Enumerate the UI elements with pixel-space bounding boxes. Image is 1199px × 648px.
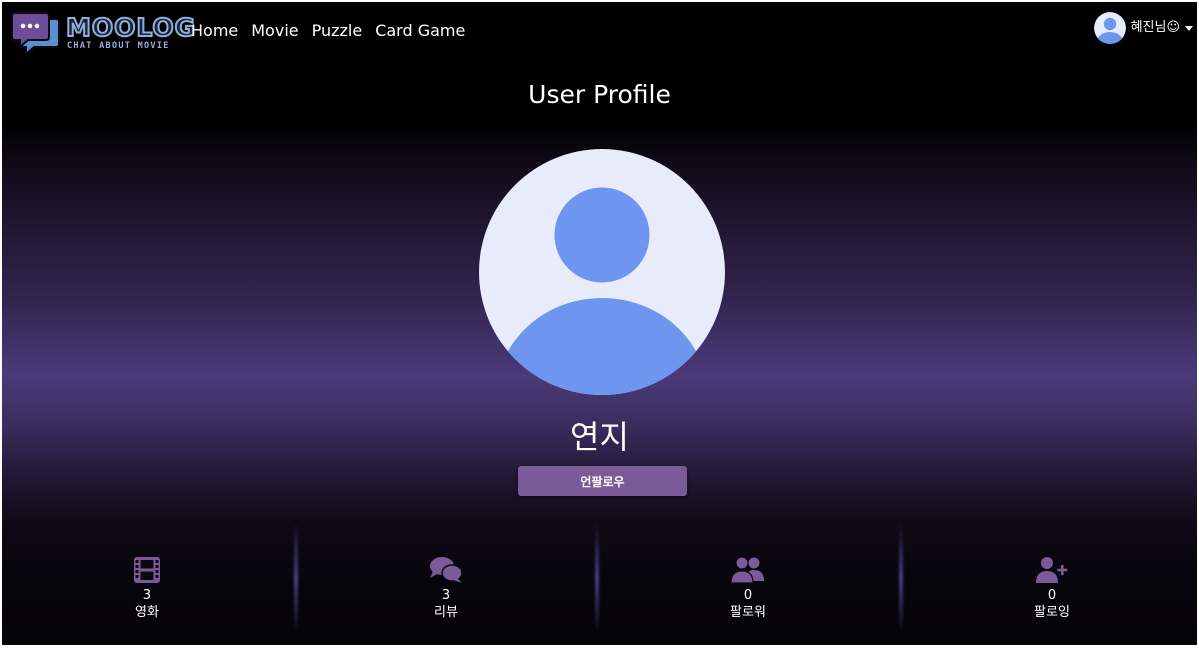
- nav-card-game-link[interactable]: Card Game: [375, 20, 465, 42]
- stat-followers-label: 팔로워: [730, 605, 766, 620]
- nav-links: Home Movie Puzzle Card Game: [191, 20, 465, 42]
- stat-reviews[interactable]: 3 리뷰: [386, 555, 506, 622]
- stat-following[interactable]: 0 팔로잉: [992, 555, 1112, 622]
- nav-puzzle-link[interactable]: Puzzle: [312, 20, 363, 42]
- stat-followers-value: 0: [743, 588, 753, 603]
- profile-name: 연지: [570, 418, 629, 456]
- user-name: 혜진님☺: [1130, 20, 1180, 35]
- logo-wordmark: MOOLOG: [65, 13, 197, 42]
- user-plus-icon: [1036, 557, 1068, 583]
- user-menu-dropdown[interactable]: 혜진님☺: [1093, 12, 1193, 44]
- user-avatar: [1093, 12, 1126, 44]
- film-icon: [134, 557, 160, 583]
- profile-avatar: [479, 149, 725, 395]
- page-title: User Profile: [528, 80, 671, 109]
- stat-movies[interactable]: 3 영화: [87, 555, 207, 622]
- stat-divider: [294, 522, 298, 634]
- app-frame: MOOLOG CHAT ABOUT MOVIE Home Movie Puzzl…: [2, 2, 1197, 645]
- stat-reviews-value: 3: [441, 588, 451, 603]
- user-avatar-icon: [1093, 12, 1126, 44]
- stat-followers[interactable]: 0 팔로워: [688, 555, 808, 622]
- users-icon: [730, 556, 764, 584]
- logo-tagline: CHAT ABOUT MOVIE: [67, 41, 170, 51]
- stat-divider: [595, 522, 599, 634]
- chevron-down-icon: [1185, 25, 1193, 31]
- stat-following-value: 0: [1047, 588, 1057, 603]
- stat-following-label: 팔로잉: [1034, 605, 1070, 620]
- nav-movie-link[interactable]: Movie: [251, 20, 298, 42]
- comments-icon: [430, 557, 463, 583]
- stat-divider: [899, 522, 903, 634]
- stat-movies-value: 3: [142, 588, 152, 603]
- nav-home-link[interactable]: Home: [191, 20, 238, 42]
- stat-movies-label: 영화: [135, 605, 159, 620]
- profile-avatar-icon: [479, 149, 725, 395]
- unfollow-button[interactable]: 언팔로우: [518, 466, 687, 496]
- chat-bubble-logo-icon: [11, 12, 60, 57]
- navbar: MOOLOG CHAT ABOUT MOVIE Home Movie Puzzl…: [2, 2, 1197, 60]
- logo[interactable]: MOOLOG CHAT ABOUT MOVIE: [10, 11, 196, 57]
- stat-reviews-label: 리뷰: [434, 605, 458, 620]
